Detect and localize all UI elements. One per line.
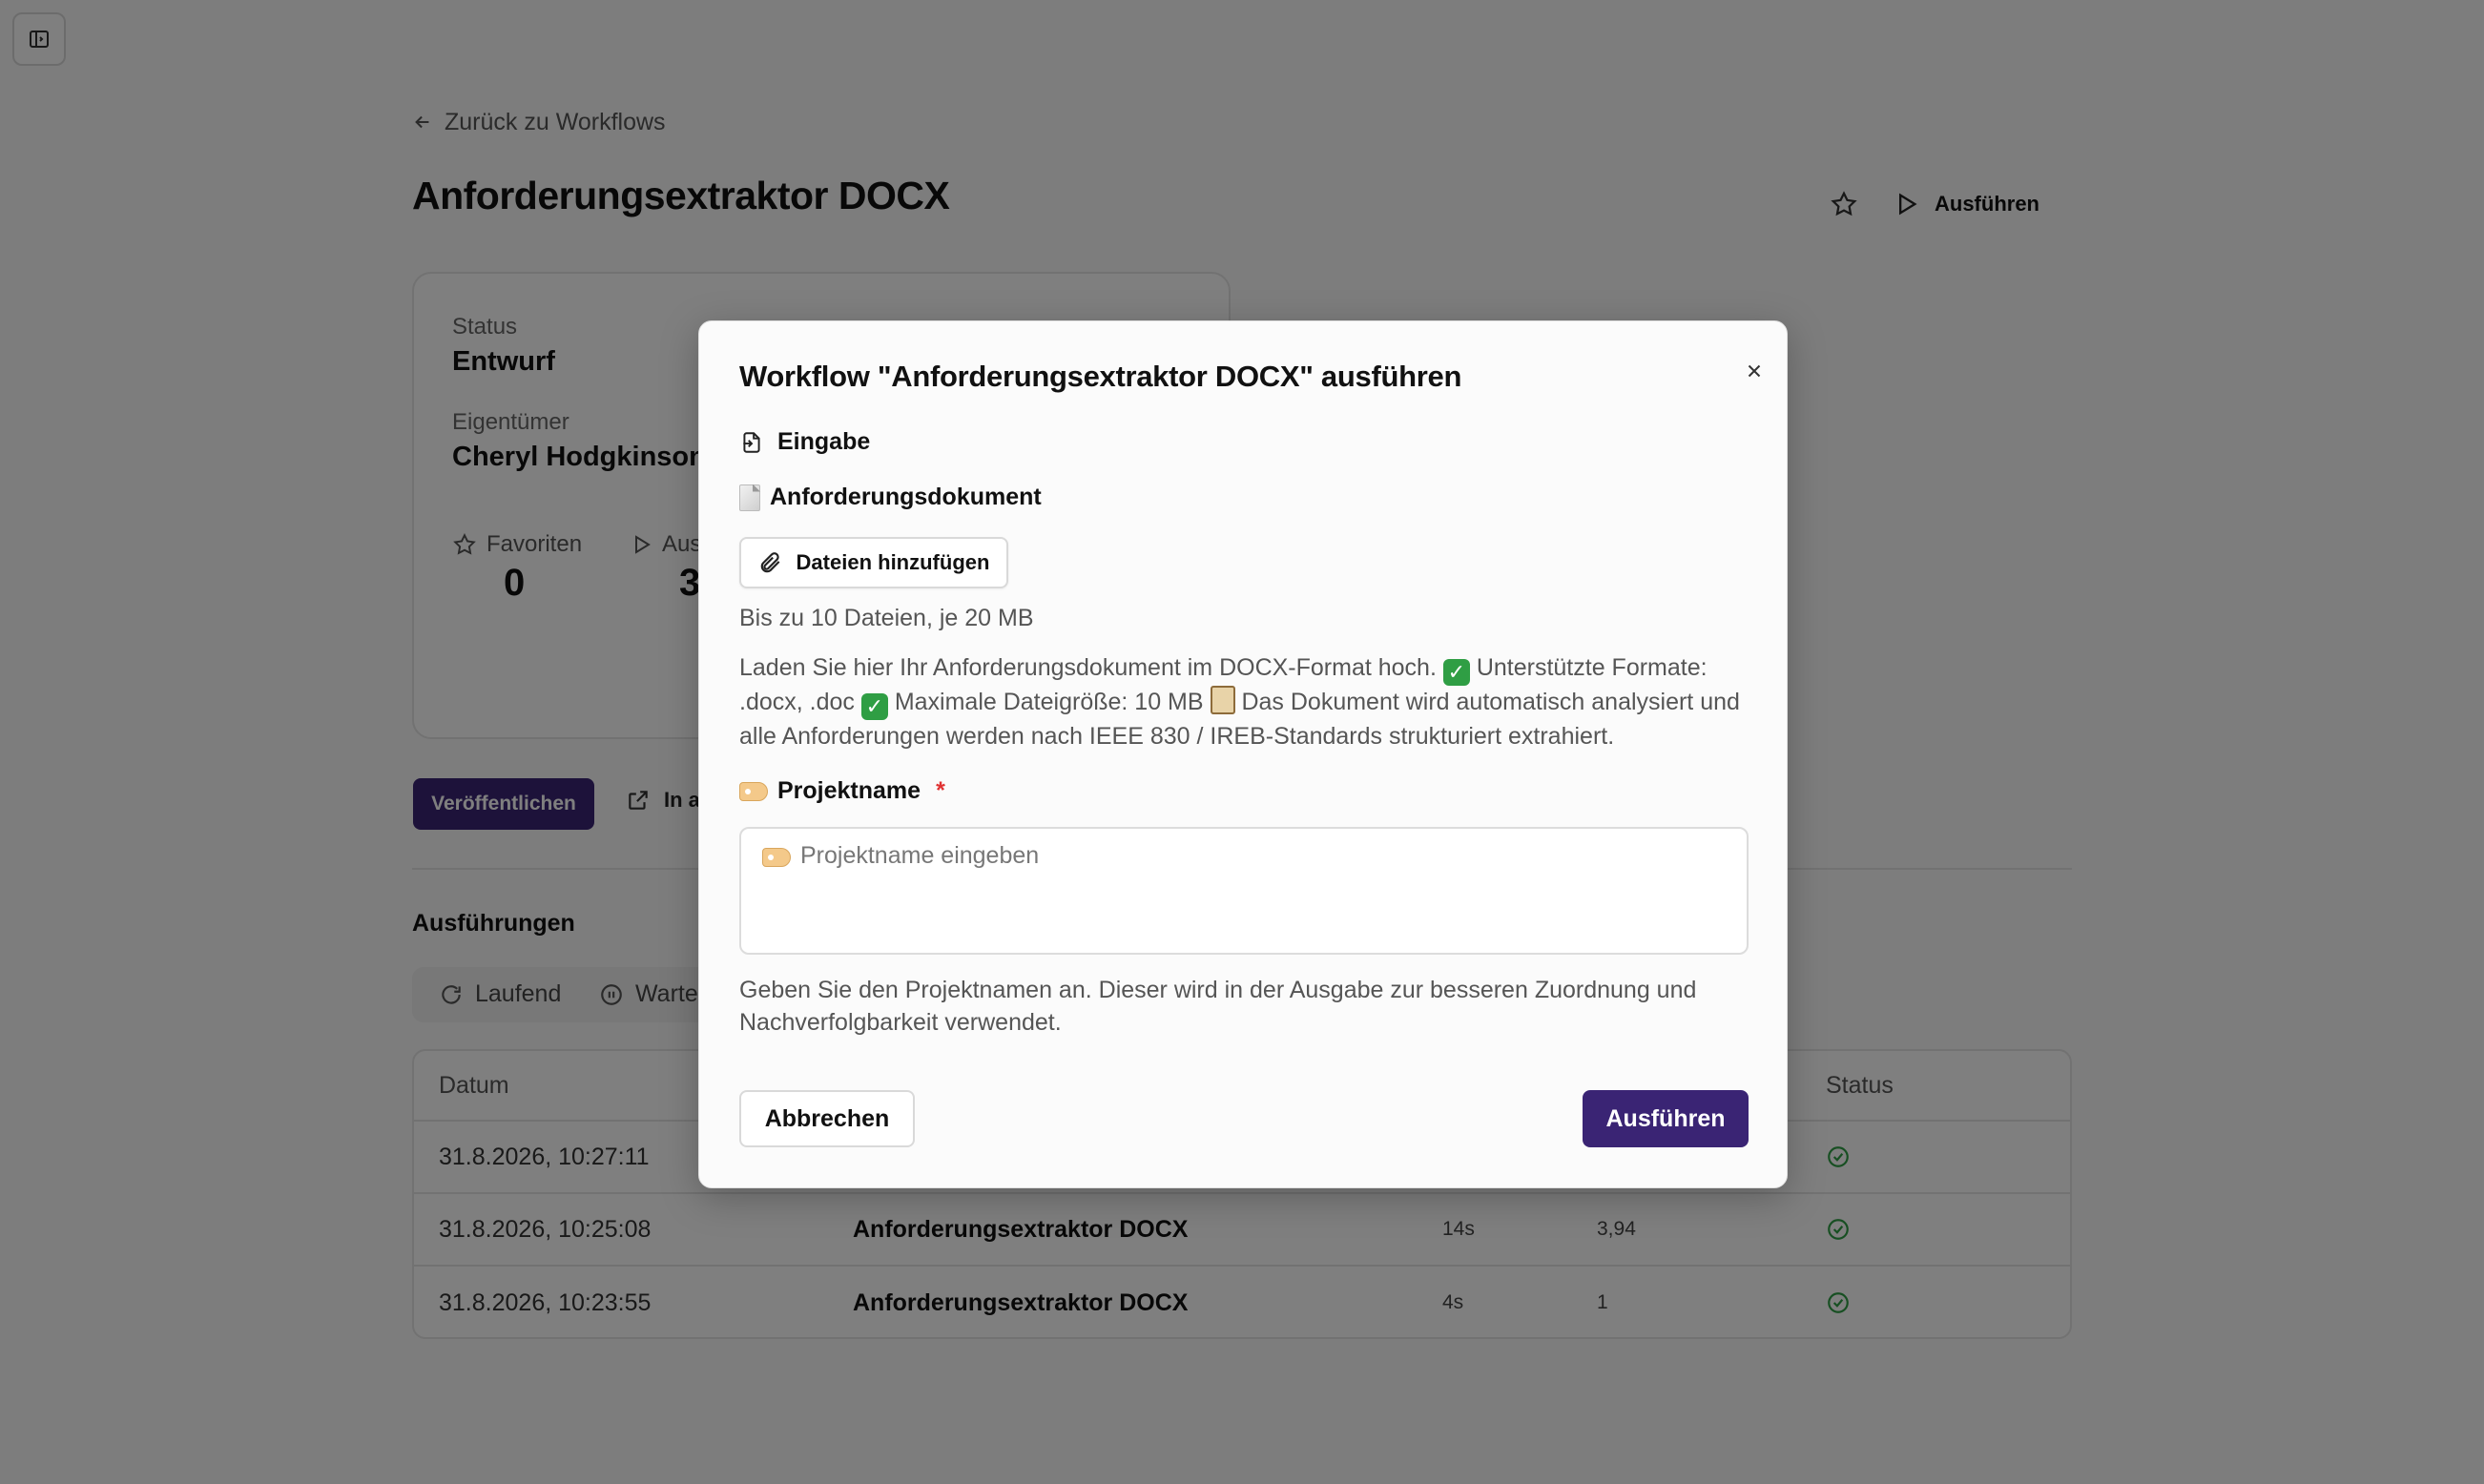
add-files-label: Dateien hinzufügen: [796, 550, 990, 574]
document-description: Laden Sie hier Ihr Anforderungsdokument …: [739, 651, 1750, 752]
run-workflow-dialog: Workflow "Anforderungsextraktor DOCX" au…: [698, 320, 1788, 1188]
check-mark-icon: ✓: [860, 693, 888, 720]
input-section-heading: Eingabe: [739, 428, 870, 456]
submit-run-button[interactable]: Ausführen: [1583, 1090, 1749, 1147]
file-limit-hint: Bis zu 10 Dateien, je 20 MB: [739, 605, 1034, 631]
close-button[interactable]: [1735, 352, 1773, 390]
required-marker: *: [936, 777, 945, 804]
document-description-part-3: Maximale Dateigröße: 10 MB: [894, 689, 1204, 715]
document-description-part-1: Laden Sie hier Ihr Anforderungsdokument …: [739, 654, 1437, 681]
clipboard-icon: [1210, 686, 1235, 714]
project-name-hint: Geben Sie den Projektnamen an. Dieser wi…: [739, 977, 1697, 1036]
document-field-text: Anforderungsdokument: [770, 484, 1042, 510]
file-input-icon: [743, 431, 760, 453]
dialog-title: Workflow "Anforderungsextraktor DOCX" au…: [739, 360, 1462, 393]
label-tag-icon: [762, 848, 791, 867]
input-section-label: Eingabe: [777, 428, 871, 455]
cancel-button[interactable]: Abbrechen: [739, 1090, 915, 1147]
paperclip-icon: [760, 552, 779, 573]
document-field-label: Anforderungsdokument: [739, 484, 1042, 511]
project-name-placeholder: Projektname eingeben: [800, 842, 1040, 869]
project-name-input[interactable]: Projektname eingeben: [739, 827, 1749, 955]
check-mark-icon: ✓: [1442, 659, 1470, 686]
project-field-text: Projektname: [777, 777, 921, 804]
document-description-part-4: Das Dokument wird automatisch analysiert…: [739, 689, 1740, 750]
label-tag-icon: [739, 781, 768, 801]
page-facing-up-icon: [739, 484, 760, 511]
add-files-button[interactable]: Dateien hinzufügen: [739, 537, 1008, 588]
close-icon: [1748, 364, 1761, 378]
project-field-label: Projektname *: [739, 777, 945, 805]
